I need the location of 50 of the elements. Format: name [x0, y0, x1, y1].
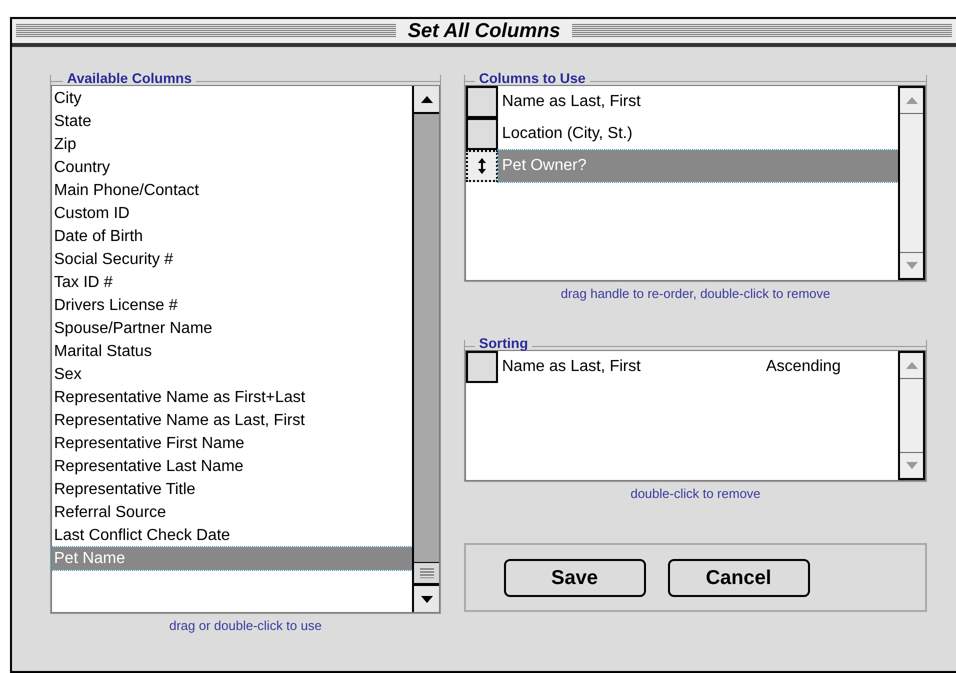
group-label: Available Columns	[63, 71, 196, 85]
list-item[interactable]: City	[52, 87, 412, 110]
window-title: Set All Columns	[406, 19, 562, 44]
list-item[interactable]: Pet Owner?	[498, 150, 898, 182]
list-item[interactable]: Pet Name	[52, 547, 412, 570]
group-label: Sorting	[475, 336, 532, 350]
list-item[interactable]: Date of Birth	[52, 225, 412, 248]
down-arrow-icon	[906, 262, 918, 269]
drag-handle[interactable]	[466, 150, 498, 182]
list-item[interactable]: Representative First Name	[52, 432, 412, 455]
dialog-button[interactable]: Cancel	[668, 558, 810, 596]
list-item[interactable]: Social Security #	[52, 248, 412, 271]
up-arrow-icon	[420, 96, 432, 102]
list-item[interactable]: Representative Last Name	[52, 455, 412, 478]
list-item[interactable]: Name as Last, First	[498, 86, 898, 118]
sort-order[interactable]: Ascending	[766, 354, 841, 378]
list-item[interactable]: Representative Name as First+Last	[52, 386, 412, 409]
list-item[interactable]: Marital Status	[52, 340, 412, 363]
list-item[interactable]: Drivers License #	[52, 294, 412, 317]
list-item[interactable]: Location (City, St.)	[498, 118, 898, 150]
up-down-arrow-icon	[478, 158, 486, 174]
list-item[interactable]: Custom ID	[52, 202, 412, 225]
list-item[interactable]: Last Conflict Check Date	[52, 524, 412, 547]
scrollbar[interactable]	[412, 86, 439, 612]
scroll-down-button[interactable]	[414, 584, 439, 612]
list-item[interactable]: Sex	[52, 363, 412, 386]
drag-handle[interactable]	[466, 350, 498, 382]
dialog-button[interactable]: Save	[504, 558, 646, 596]
list-item[interactable]: Representative Title	[52, 478, 412, 501]
list-item[interactable]: Tax ID #	[52, 271, 412, 294]
list-item[interactable]: Zip	[52, 133, 412, 156]
up-arrow-icon	[906, 362, 918, 368]
hint-text: drag handle to re-order, double-click to remove	[560, 285, 830, 303]
up-arrow-icon	[906, 97, 918, 104]
drag-handle[interactable]	[466, 118, 498, 150]
list-item[interactable]: Main Phone/Contact	[52, 179, 412, 202]
scroll-up-button[interactable]	[414, 86, 439, 114]
scroll-thumb[interactable]	[414, 562, 439, 584]
down-arrow-icon	[906, 462, 918, 468]
hint-text: double-click to remove	[630, 484, 761, 502]
list-item[interactable]: Referral Source	[52, 501, 412, 524]
group-label: Columns to Use	[475, 71, 590, 85]
list-item[interactable]: Representative Name as Last, First	[52, 409, 412, 432]
list-item[interactable]: State	[52, 110, 412, 133]
list-item[interactable]: Country	[52, 156, 412, 179]
drag-handle[interactable]	[466, 86, 498, 118]
list-item[interactable]: Spouse/Partner Name	[52, 317, 412, 340]
hint-text: drag or double-click to use	[169, 617, 322, 635]
down-arrow-icon	[420, 596, 432, 602]
list-item[interactable]: Name as Last, First	[498, 354, 766, 378]
